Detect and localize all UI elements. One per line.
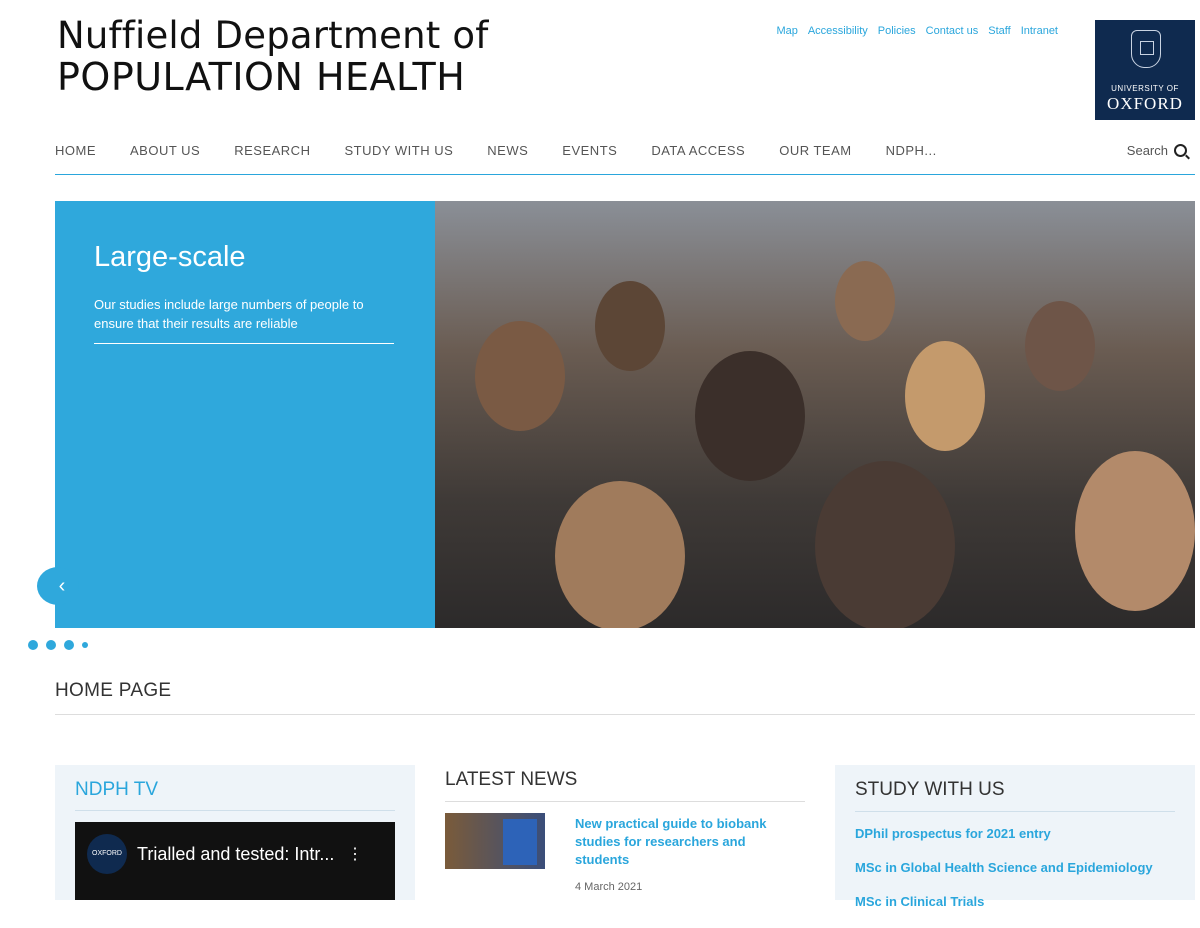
tv-heading[interactable]: NDPH TV <box>75 779 158 801</box>
chevron-left-icon: ‹ <box>58 575 66 597</box>
news-thumbnail[interactable] <box>445 813 545 869</box>
study-links: DPhil prospectus for 2021 entry MSc in G… <box>855 826 1153 928</box>
oxford-crest-icon <box>1131 30 1161 68</box>
news-heading: LATEST NEWS <box>445 769 578 790</box>
divider <box>75 810 395 811</box>
carousel-dot-4[interactable] <box>82 642 88 648</box>
nav-item-home[interactable]: HOME <box>55 140 96 162</box>
channel-logo: OXFORD <box>87 834 127 874</box>
carousel-dot-1[interactable] <box>28 640 38 650</box>
main-navigation: HOME ABOUT US RESEARCH STUDY WITH US NEW… <box>55 140 1195 175</box>
divider <box>445 801 805 802</box>
utility-links: Map Accessibility Policies Contact us St… <box>776 25 1058 37</box>
nav-item-research[interactable]: RESEARCH <box>234 140 310 162</box>
nav-item-about[interactable]: ABOUT US <box>130 140 200 162</box>
utility-link-intranet[interactable]: Intranet <box>1021 25 1058 37</box>
study-link-dphil[interactable]: DPhil prospectus for 2021 entry <box>855 826 1153 860</box>
slide-image-crowd <box>435 201 1195 628</box>
utility-link-policies[interactable]: Policies <box>878 25 916 37</box>
site-title-line2: POPULATION HEALTH <box>57 55 466 99</box>
book-cover-image <box>503 819 537 865</box>
nav-item-events[interactable]: EVENTS <box>562 140 617 162</box>
study-link-msc-clinical-trials[interactable]: MSc in Clinical Trials <box>855 894 1153 928</box>
carousel-dots <box>28 640 88 650</box>
nav-item-ndph[interactable]: NDPH... <box>886 140 937 162</box>
oxford-logo-name: OXFORD <box>1107 94 1183 113</box>
nav-item-our-team[interactable]: OUR TEAM <box>779 140 851 162</box>
oxford-logo-university: UNIVERSITY OF <box>1111 84 1179 93</box>
video-title[interactable]: Trialled and tested: Intr... <box>137 844 334 865</box>
search-label: Search <box>1126 143 1168 158</box>
carousel-prev-button[interactable]: ‹ <box>37 567 79 605</box>
utility-link-staff[interactable]: Staff <box>988 25 1010 37</box>
news-item-title[interactable]: New practical guide to biobank studies f… <box>575 815 795 869</box>
news-panel: LATEST NEWS New practical guide to bioba… <box>445 765 805 900</box>
page-title: HOME PAGE <box>55 680 1195 715</box>
news-item-date: 4 March 2021 <box>575 881 643 893</box>
nav-item-data-access[interactable]: DATA ACCESS <box>651 140 745 162</box>
hero-carousel: Large-scale Our studies include large nu… <box>37 201 1195 628</box>
utility-link-contact[interactable]: Contact us <box>926 25 979 37</box>
study-link-msc-global-health[interactable]: MSc in Global Health Science and Epidemi… <box>855 860 1153 894</box>
search-button[interactable]: Search <box>1127 143 1187 158</box>
study-heading: STUDY WITH US <box>855 779 1005 800</box>
carousel-dot-2[interactable] <box>46 640 56 650</box>
slide-title: Large-scale <box>94 241 246 273</box>
carousel-dot-3[interactable] <box>64 640 74 650</box>
tv-panel: NDPH TV OXFORD Trialled and tested: Intr… <box>55 765 415 900</box>
slide-text: Our studies include large numbers of peo… <box>94 295 394 344</box>
utility-link-map[interactable]: Map <box>776 25 797 37</box>
video-embed[interactable]: OXFORD Trialled and tested: Intr... ⋮ <box>75 822 395 900</box>
study-panel: STUDY WITH US DPhil prospectus for 2021 … <box>835 765 1195 909</box>
slide-caption-panel: Large-scale Our studies include large nu… <box>55 201 435 628</box>
oxford-logo[interactable]: UNIVERSITY OF OXFORD <box>1095 20 1195 120</box>
divider <box>855 811 1175 812</box>
nav-item-news[interactable]: NEWS <box>487 140 528 162</box>
site-title-line1: Nuffield Department of <box>57 14 489 57</box>
more-options-icon[interactable]: ⋮ <box>347 844 363 864</box>
nav-item-study[interactable]: STUDY WITH US <box>344 140 453 162</box>
search-icon <box>1174 144 1187 157</box>
utility-link-accessibility[interactable]: Accessibility <box>808 25 868 37</box>
site-title[interactable]: Nuffield Department of POPULATION HEALTH <box>57 14 489 99</box>
